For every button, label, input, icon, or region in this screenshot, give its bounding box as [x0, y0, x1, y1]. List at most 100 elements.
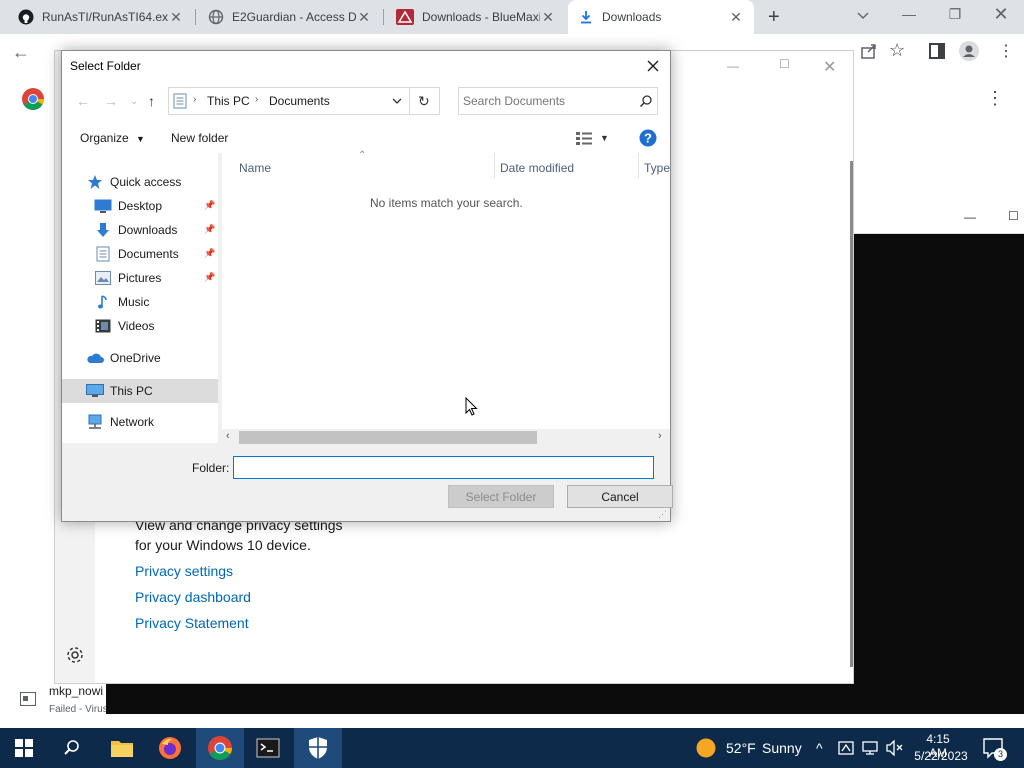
folder-name-input[interactable]: [233, 456, 654, 479]
new-folder-button[interactable]: New folder: [171, 131, 228, 145]
volume-muted-icon[interactable]: [886, 740, 904, 756]
terminal-taskbar-button[interactable]: [244, 728, 292, 768]
horizontal-scrollbar[interactable]: ‹ ›: [222, 429, 670, 446]
windows-taskbar: 52°F Sunny ^ 4:15 AM 5/22/2023 3: [0, 728, 1024, 768]
nav-item-documents[interactable]: Documents: [94, 243, 179, 265]
scroll-left-icon[interactable]: ‹: [226, 430, 230, 442]
security-maximize-button[interactable]: ☐: [779, 57, 790, 71]
tab-search-icon[interactable]: [856, 8, 870, 22]
organize-button[interactable]: Organize ▼: [80, 131, 145, 145]
navigation-pane: Quick access Desktop 📌 Downloads 📌 Docum…: [62, 153, 218, 443]
back-arrow-icon[interactable]: ←: [76, 93, 90, 109]
close-icon[interactable]: ✕: [540, 9, 556, 26]
column-header-date-modified[interactable]: Date modified: [500, 161, 574, 175]
chrome-taskbar-button[interactable]: [196, 728, 244, 768]
nav-item-downloads[interactable]: Downloads: [94, 219, 177, 241]
tray-app-icon[interactable]: [838, 740, 854, 756]
breadcrumb-documents[interactable]: Documents: [269, 94, 330, 108]
scroll-right-icon[interactable]: ›: [658, 430, 662, 442]
back-icon[interactable]: ←: [12, 42, 30, 63]
weather-temperature[interactable]: 52°F: [726, 740, 756, 756]
browser-tab-strip: RunAsTI/RunAsTI64.exe ✕ E2Guardian - Acc…: [0, 0, 1024, 34]
console-maximize-icon[interactable]: ☐: [1008, 209, 1019, 223]
nav-item-network[interactable]: Network: [86, 411, 154, 433]
cancel-button[interactable]: Cancel: [567, 485, 673, 508]
close-icon[interactable]: ✕: [168, 9, 184, 26]
privacy-description-2: for your Windows 10 device.: [135, 537, 311, 553]
profile-avatar-icon[interactable]: [959, 41, 979, 61]
firefox-taskbar-button[interactable]: [146, 728, 194, 768]
downloads-menu-icon[interactable]: ⋮: [986, 88, 1004, 109]
chrome-menu-icon[interactable]: ⋮: [998, 41, 1014, 61]
scrollbar-thumb[interactable]: [239, 431, 537, 444]
nav-item-desktop[interactable]: Desktop: [94, 195, 162, 217]
tray-overflow-icon[interactable]: ^: [816, 740, 823, 756]
close-icon[interactable]: ✕: [728, 9, 744, 26]
security-close-button[interactable]: ✕: [823, 57, 836, 77]
clock-date[interactable]: 5/22/2023: [911, 749, 971, 763]
tab-bluemaxima[interactable]: Downloads - BlueMaxi ✕: [386, 0, 566, 34]
file-explorer-taskbar-button[interactable]: [98, 728, 146, 768]
nav-item-quick-access[interactable]: Quick access: [86, 171, 181, 193]
column-divider[interactable]: [494, 153, 495, 179]
nav-item-this-pc[interactable]: This PC: [86, 380, 153, 402]
address-dropdown-icon[interactable]: [391, 95, 403, 107]
privacy-dashboard-link[interactable]: Privacy dashboard: [135, 589, 251, 605]
bookmark-star-icon[interactable]: ☆: [889, 40, 905, 61]
privacy-statement-link[interactable]: Privacy Statement: [135, 615, 249, 631]
view-dropdown-icon[interactable]: ▼: [600, 133, 609, 143]
network-status-icon[interactable]: [862, 740, 878, 756]
help-icon[interactable]: ?: [639, 129, 657, 147]
gear-icon[interactable]: [65, 645, 85, 665]
recent-locations-icon[interactable]: ⌄: [130, 96, 138, 107]
dialog-close-button[interactable]: [640, 55, 666, 77]
search-input[interactable]: [463, 91, 633, 111]
sun-icon[interactable]: [696, 738, 716, 758]
refresh-button[interactable]: ↻: [410, 87, 440, 115]
select-folder-button[interactable]: Select Folder: [448, 485, 554, 508]
weather-condition[interactable]: Sunny: [762, 740, 802, 756]
tab-downloads[interactable]: Downloads ✕: [568, 0, 754, 34]
svg-text:?: ?: [644, 131, 652, 146]
nav-item-videos[interactable]: Videos: [94, 315, 154, 337]
column-header-name[interactable]: Name: [239, 161, 271, 175]
computer-icon: [86, 383, 104, 399]
bluemaxima-icon: [396, 9, 414, 25]
breadcrumb-this-pc[interactable]: This PC: [207, 94, 250, 108]
restore-button[interactable]: ❐: [932, 6, 978, 23]
resize-grip-icon[interactable]: ⋰: [658, 509, 667, 520]
side-panel-icon[interactable]: [929, 43, 945, 59]
taskbar-search-button[interactable]: [48, 728, 96, 768]
select-folder-dialog: Select Folder ← → ⌄ ↑ › This PC › Docume…: [61, 50, 673, 522]
up-arrow-icon[interactable]: ↑: [148, 93, 155, 109]
close-icon[interactable]: ✕: [356, 9, 372, 26]
nav-item-music[interactable]: Music: [94, 291, 149, 313]
minimize-button[interactable]: —: [886, 6, 932, 22]
address-bar[interactable]: › This PC › Documents: [168, 87, 410, 115]
console-minimize-icon[interactable]: —: [964, 210, 976, 224]
tab-runasti[interactable]: RunAsTI/RunAsTI64.exe ✕: [8, 0, 194, 34]
start-button[interactable]: [0, 728, 48, 768]
search-icon[interactable]: [639, 94, 653, 108]
videos-icon: [94, 318, 112, 334]
windows-security-taskbar-button[interactable]: [294, 728, 342, 768]
column-header-type[interactable]: Type: [644, 161, 670, 175]
search-box[interactable]: [458, 87, 658, 115]
security-scrollbar[interactable]: [850, 161, 853, 667]
privacy-settings-link[interactable]: Privacy settings: [135, 563, 233, 579]
download-shelf-item[interactable]: mkp_nowi Failed - Virus: [0, 684, 106, 728]
security-minimize-button[interactable]: —: [727, 59, 739, 73]
forward-arrow-icon[interactable]: →: [104, 93, 118, 109]
close-button[interactable]: ✕: [978, 4, 1024, 25]
nav-item-label: Music: [118, 295, 150, 309]
nav-item-label: Pictures: [118, 271, 162, 285]
nav-item-pictures[interactable]: Pictures: [94, 267, 161, 289]
nav-item-onedrive[interactable]: OneDrive: [86, 347, 161, 369]
refresh-icon: ↻: [418, 93, 430, 109]
pin-icon: 📌: [204, 248, 216, 258]
share-icon[interactable]: [860, 42, 878, 60]
view-options-icon[interactable]: [576, 131, 596, 145]
tab-e2guardian[interactable]: E2Guardian - Access De ✕: [198, 0, 382, 34]
new-tab-button[interactable]: +: [768, 6, 780, 29]
column-divider[interactable]: [638, 153, 639, 179]
